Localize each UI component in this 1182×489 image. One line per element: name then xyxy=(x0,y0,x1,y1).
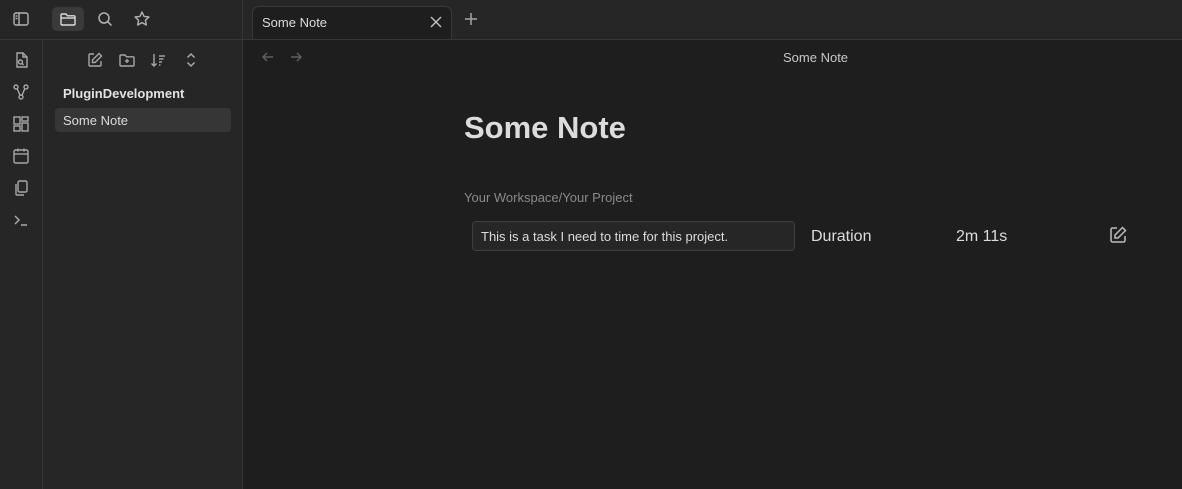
tab-some-note[interactable]: Some Note xyxy=(252,6,452,39)
file-explorer: PluginDevelopment Some Note xyxy=(43,40,243,489)
new-note-icon[interactable] xyxy=(86,51,104,69)
search-tab-button[interactable] xyxy=(89,7,121,31)
star-icon xyxy=(133,10,151,28)
new-folder-icon[interactable] xyxy=(118,51,136,69)
sidebar-toggle-icon xyxy=(12,10,30,28)
ribbon xyxy=(0,40,43,489)
file-search-icon[interactable] xyxy=(11,50,31,70)
copy-icon[interactable] xyxy=(11,178,31,198)
vault-name[interactable]: PluginDevelopment xyxy=(63,86,184,101)
sort-icon[interactable] xyxy=(149,51,167,69)
close-icon[interactable] xyxy=(429,15,443,29)
back-arrow-icon[interactable] xyxy=(261,50,275,64)
file-item-some-note[interactable]: Some Note xyxy=(55,108,231,132)
collapse-icon[interactable] xyxy=(182,51,200,69)
sidebar-toggle-button[interactable] xyxy=(5,7,37,31)
duration-value: 2m 11s xyxy=(956,228,1008,245)
file-item-label: Some Note xyxy=(63,113,129,128)
task-description-input[interactable] xyxy=(472,221,795,251)
folder-icon xyxy=(59,10,77,28)
plus-icon[interactable] xyxy=(462,10,480,28)
duration-label: Duration xyxy=(811,228,872,245)
note-title: Some Note xyxy=(464,110,626,145)
project-path: Your Workspace/Your Project xyxy=(464,190,633,205)
calendar-icon[interactable] xyxy=(11,146,31,166)
graph-icon[interactable] xyxy=(11,82,31,102)
canvas-icon[interactable] xyxy=(11,114,31,134)
search-icon xyxy=(96,10,114,28)
files-tab-button[interactable] xyxy=(52,7,84,31)
edit-icon[interactable] xyxy=(1108,225,1128,245)
forward-arrow-icon[interactable] xyxy=(289,50,303,64)
sidebar-header xyxy=(0,0,243,39)
bookmarks-tab-button[interactable] xyxy=(126,7,158,31)
terminal-icon[interactable] xyxy=(11,210,31,230)
view-header-title[interactable]: Some Note xyxy=(783,50,848,65)
tab-title: Some Note xyxy=(262,15,328,30)
